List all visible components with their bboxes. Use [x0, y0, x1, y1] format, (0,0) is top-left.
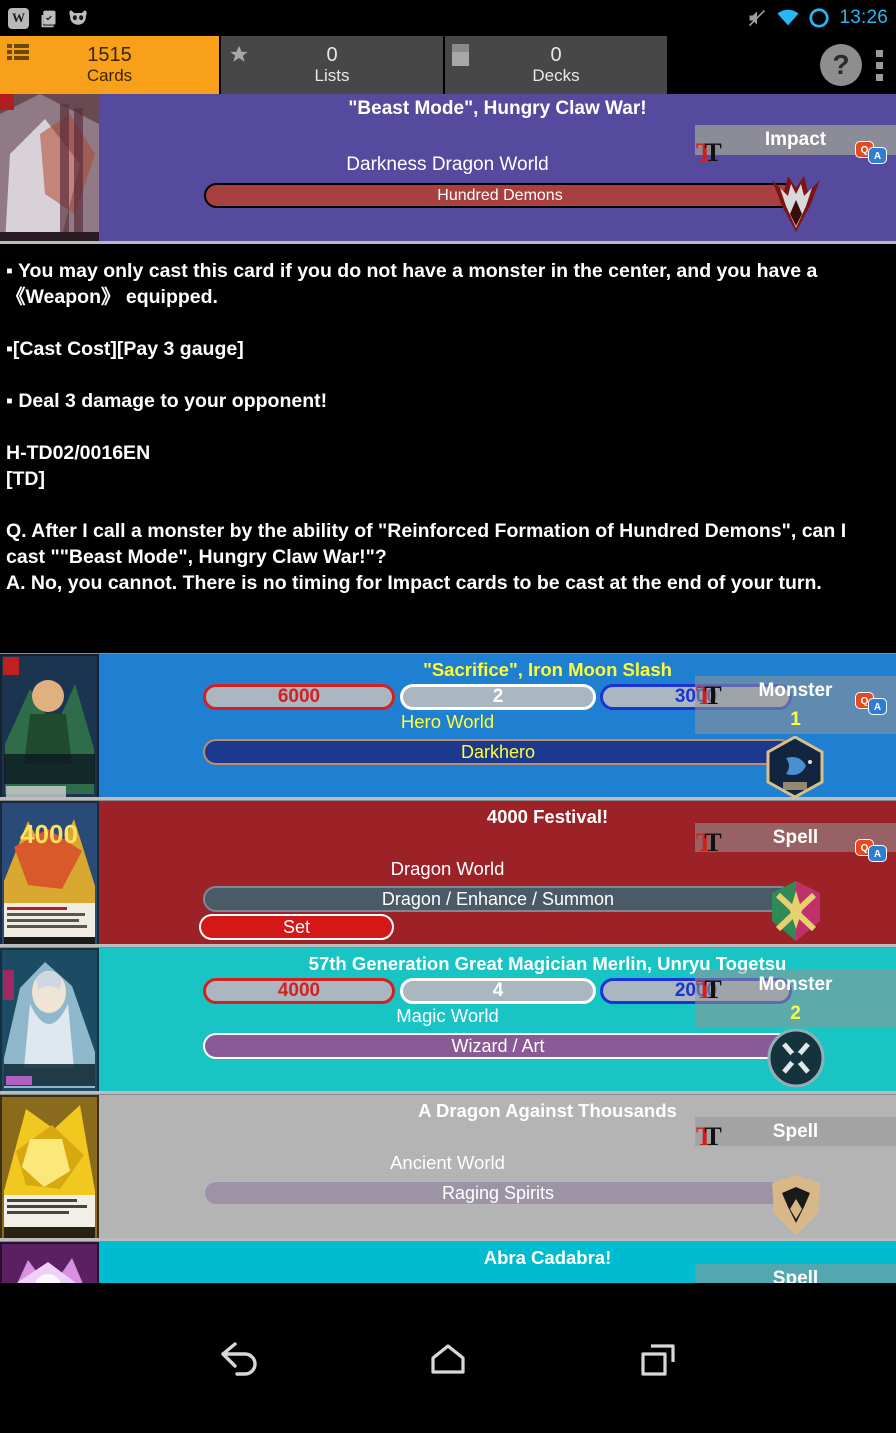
volume-muted-icon [746, 7, 768, 29]
table-row[interactable]: "Sacrifice", Iron Moon Slash 6000 2 3000… [0, 653, 896, 800]
back-icon[interactable] [214, 1338, 262, 1386]
ring-indicator-icon [808, 7, 830, 29]
card-type: Spell [695, 1117, 896, 1146]
tab-decks-count: 0 [550, 44, 562, 66]
tab-lists-label: Lists [314, 66, 350, 85]
tt-text-size-icon[interactable]: TT [696, 140, 722, 166]
detail-card-world: Darkness Dragon World [346, 154, 549, 175]
card-text-body: ▪ You may only cast this card if you do … [0, 244, 896, 653]
card-thumbnail[interactable] [0, 948, 99, 1091]
status-right-icons: 13:26 [746, 7, 888, 29]
card-world: Ancient World [390, 1152, 505, 1173]
tab-decks-label: Decks [532, 66, 580, 85]
row-body: "Sacrifice", Iron Moon Slash 6000 2 3000… [99, 654, 896, 799]
detail-card-title: "Beast Mode", Hungry Claw War! [348, 98, 647, 119]
tab-decks[interactable]: 0 Decks [445, 36, 669, 94]
card-rarity: [TD] [6, 468, 45, 490]
tt-text-size-icon[interactable]: TT [696, 830, 722, 856]
card-attribute: Darkhero [203, 739, 793, 765]
tab-bar: 1515 Cards 0 Lists 0 Decks ? [0, 36, 896, 94]
table-row[interactable]: Abra Cadabra! Spell [0, 1241, 896, 1283]
ancient-world-icon [766, 1173, 826, 1237]
tab-lists-count: 0 [326, 44, 338, 66]
card-type: Monster [695, 970, 896, 999]
card-power: 6000 [203, 684, 395, 710]
card-qa-answer: A. No, you cannot. There is no timing fo… [6, 572, 822, 594]
star-icon [228, 44, 250, 70]
card-detail-body: "Beast Mode", Hungry Claw War! Darkness … [99, 94, 896, 241]
cyanogenmod-icon [67, 7, 89, 29]
card-effect-line-3: ▪ Deal 3 damage to your opponent! [6, 390, 328, 412]
magic-world-icon [766, 1026, 826, 1090]
header-actions: ? [669, 36, 896, 94]
android-nav-bar [0, 1290, 896, 1433]
list-icon [7, 44, 29, 69]
card-set-badge: Set [199, 914, 394, 940]
wikipedia-w-icon: W [8, 7, 29, 29]
card-attribute: Raging Spirits [203, 1180, 793, 1206]
tt-text-size-icon[interactable]: TT [696, 977, 722, 1003]
card-thumbnail[interactable] [0, 654, 99, 797]
clipboard-check-icon [37, 7, 59, 29]
status-bar: W 13:26 [0, 0, 896, 36]
hero-world-icon [766, 735, 824, 799]
table-row[interactable]: A Dragon Against Thousands Ancient World… [0, 1094, 896, 1241]
card-size: 4 [400, 978, 596, 1004]
tt-text-size-icon[interactable]: TT [696, 683, 722, 709]
card-thumbnail[interactable] [0, 94, 99, 241]
qa-bubble-icon[interactable]: QA [855, 839, 887, 862]
row-body: Abra Cadabra! Spell [99, 1242, 896, 1283]
deck-icon [452, 44, 469, 71]
card-world: Hero World [400, 711, 495, 732]
card-type: Spell [695, 1264, 896, 1283]
card-effect-line-2: ▪[Cast Cost][Pay 3 gauge] [6, 338, 244, 360]
card-attribute: Dragon / Enhance / Summon [203, 886, 793, 912]
card-number: H-TD02/0016EN [6, 442, 151, 464]
card-level: 2 [695, 999, 896, 1028]
card-thumbnail[interactable] [0, 1242, 99, 1283]
svg-text:4000: 4000 [20, 819, 78, 849]
card-thumbnail[interactable]: 4000 [0, 801, 99, 944]
tab-cards-label: Cards [86, 66, 133, 85]
card-qa-question: Q. After I call a monster by the ability… [6, 520, 847, 568]
card-detail-panel[interactable]: "Beast Mode", Hungry Claw War! Darkness … [0, 94, 896, 244]
card-world: Magic World [396, 1005, 499, 1026]
qa-bubble-icon[interactable]: QA [855, 692, 887, 715]
row-body: A Dragon Against Thousands Ancient World… [99, 1095, 896, 1238]
tab-lists[interactable]: 0 Lists [221, 36, 445, 94]
card-thumbnail[interactable] [0, 1095, 99, 1238]
card-list[interactable]: "Sacrifice", Iron Moon Slash 6000 2 3000… [0, 653, 896, 1283]
status-clock: 13:26 [839, 7, 888, 28]
card-attribute: Wizard / Art [203, 1033, 793, 1059]
home-icon[interactable] [424, 1338, 472, 1386]
card-world: Dragon World [390, 858, 505, 879]
recents-icon[interactable] [634, 1338, 682, 1386]
qa-bubble-icon[interactable]: QA [855, 141, 887, 164]
status-left-icons: W [8, 7, 89, 29]
detail-card-attribute: Hundred Demons [204, 183, 796, 208]
row-body: 57th Generation Great Magician Merlin, U… [99, 948, 896, 1091]
wifi-icon [777, 7, 799, 29]
card-effect-line-1: ▪ You may only cast this card if you do … [6, 260, 818, 308]
overflow-menu-icon[interactable] [876, 49, 883, 81]
tab-cards[interactable]: 1515 Cards [0, 36, 221, 94]
dragon-world-icon [766, 879, 826, 943]
row-body: 4000 Festival! Dragon World Dragon / Enh… [99, 801, 896, 944]
tab-cards-count: 1515 [87, 44, 132, 66]
question-mark-icon[interactable]: ? [820, 44, 862, 86]
table-row[interactable]: 4000 4000 Festival! Dragon World Dragon … [0, 800, 896, 947]
tt-text-size-icon[interactable]: TT [696, 1124, 722, 1150]
card-power: 4000 [203, 978, 395, 1004]
darkness-dragon-world-icon [766, 170, 826, 234]
card-size: 2 [400, 684, 596, 710]
table-row[interactable]: 57th Generation Great Magician Merlin, U… [0, 947, 896, 1094]
